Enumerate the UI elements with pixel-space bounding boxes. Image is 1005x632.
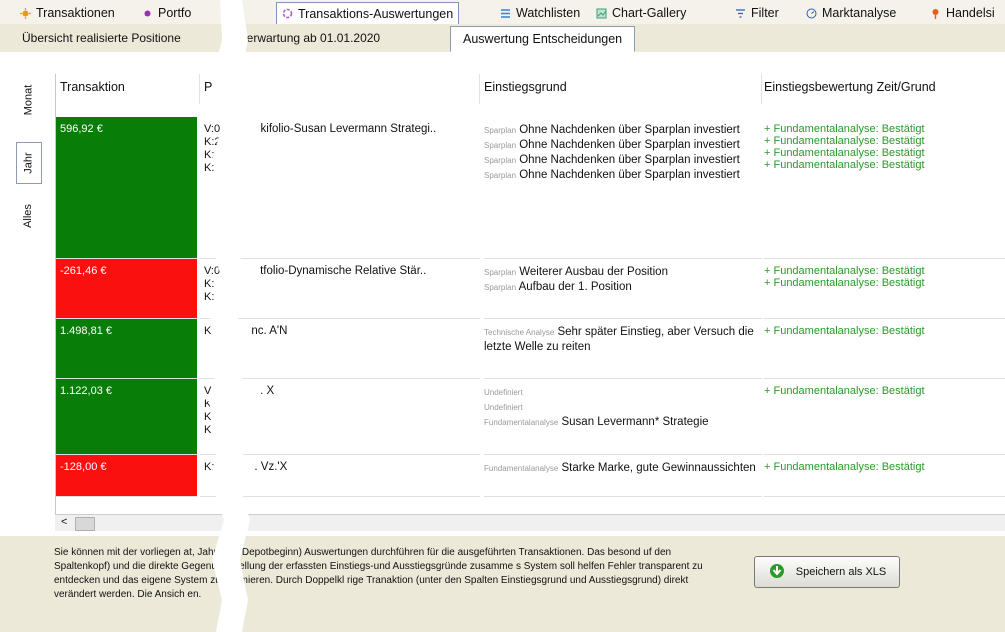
horizontal-scrollbar[interactable]: < bbox=[55, 514, 1005, 531]
subtab-erwartung[interactable]: nerwartung ab 01.01.2020 bbox=[240, 28, 380, 48]
scroll-thumb[interactable] bbox=[75, 517, 95, 531]
table-row-1-bewertung[interactable]: + Fundamentalanalyse: Bestätigt + Fundame… bbox=[764, 259, 1005, 319]
table-row-3-einstiegsgrund[interactable]: Undefiniert Undefiniert Fundamentalanaly… bbox=[484, 379, 762, 455]
table-row-2-portfolio[interactable]: K nc. A'N bbox=[200, 319, 480, 379]
table-row-2-einstiegsgrund[interactable]: Technische Analyse Sehr später Einstieg,… bbox=[484, 319, 762, 379]
side-tab-jahr[interactable]: Jahr bbox=[16, 142, 42, 184]
sub-tab-bar: Übersicht realisierte Positione nerwartu… bbox=[0, 24, 1005, 53]
table-row-1-value[interactable]: -261,46 € bbox=[56, 259, 197, 319]
table-row-3-bewertung[interactable]: + Fundamentalanalyse: Bestätigt bbox=[764, 379, 1005, 455]
table-row-4-bewertung[interactable]: + Fundamentalanalyse: Bestätigt bbox=[764, 455, 1005, 497]
footer-area: Sie können mit der vorliegen at, Jahr, S… bbox=[0, 536, 1005, 632]
chart-ring-icon bbox=[282, 8, 293, 19]
tab-transaktions-auswertungen[interactable]: Transaktions-Auswertungen bbox=[276, 2, 460, 24]
sun-icon bbox=[20, 7, 31, 19]
col-portfolio-header[interactable]: P bbox=[200, 74, 480, 104]
table-row-1-portfolio[interactable]: V:0 K: K: tfolio-Dynamische Relative Stär.… bbox=[200, 259, 480, 319]
period-side-tabs: Monat Jahr Alles bbox=[12, 76, 52, 526]
table-row-4-value[interactable]: -128,00 € bbox=[56, 455, 197, 497]
table-row-0-einstiegsgrund[interactable]: Sparplan Ohne Nachdenken über Sparplan i… bbox=[484, 117, 762, 259]
table-row-0-portfolio[interactable]: V:0 K:2 K: K: kifolio-Susan Levermann Strat… bbox=[200, 117, 480, 259]
subtab-auswertung-entscheidungen[interactable]: Auswertung Entscheidungen bbox=[450, 26, 636, 52]
col-transaktion-header[interactable]: Transaktion bbox=[60, 74, 200, 104]
tab-portfolio[interactable]: Portfo bbox=[142, 4, 191, 22]
side-tab-monat[interactable]: Monat bbox=[16, 76, 40, 124]
scroll-left-button[interactable]: < bbox=[61, 516, 67, 528]
table-row-0-bewertung[interactable]: + Fundamentalanalyse: Bestätigt + Fundame… bbox=[764, 117, 1005, 259]
table-row-3-portfolio[interactable]: V:2 K: K K . X bbox=[200, 379, 480, 455]
help-text: Sie können mit der vorliegen at, Jahr, S… bbox=[54, 547, 703, 600]
table-row-4-portfolio[interactable]: K: . Vz.'X bbox=[200, 455, 480, 497]
pin-icon bbox=[930, 8, 941, 19]
col-einstiegsgrund-header[interactable]: Einstiegsgrund bbox=[484, 74, 762, 104]
table-row-4-einstiegsgrund[interactable]: Fundamentalanalyse Starke Marke, gute Ge… bbox=[484, 455, 762, 497]
table-row-1-einstiegsgrund[interactable]: Sparplan Weiterer Ausbau der Position Sp… bbox=[484, 259, 762, 319]
tab-marktanalyse[interactable]: Marktanalyse bbox=[806, 4, 896, 22]
tab-chart-gallery[interactable]: Chart-Gallery bbox=[596, 4, 686, 22]
table-row-3-value[interactable]: 1.122,03 € bbox=[56, 379, 197, 455]
main-tab-bar: Transaktionen Portfo Transaktions-Auswer… bbox=[0, 0, 1005, 25]
side-tab-alles[interactable]: Alles bbox=[16, 196, 40, 236]
tab-transaktionen[interactable]: Transaktionen bbox=[20, 4, 115, 22]
decisions-grid: Transaktion P Einstiegsgrund Einstiegsbe… bbox=[55, 74, 1005, 514]
gauge-icon bbox=[806, 8, 817, 19]
table-row-0-value[interactable]: 596,92 € bbox=[56, 117, 197, 259]
subtab-uebersicht[interactable]: Übersicht realisierte Positione bbox=[22, 28, 181, 48]
filter-icon bbox=[735, 8, 746, 19]
dot-icon bbox=[142, 8, 153, 19]
tab-handelsi[interactable]: Handelsi bbox=[930, 4, 995, 22]
col-einstiegsbewertung-header[interactable]: Einstiegsbewertung Zeit/Grund bbox=[764, 74, 1005, 104]
chart-icon bbox=[596, 8, 607, 19]
save-xls-button[interactable]: Speichern als XLS bbox=[754, 556, 900, 588]
table-row-2-bewertung[interactable]: + Fundamentalanalyse: Bestätigt bbox=[764, 319, 1005, 379]
list-icon bbox=[500, 8, 511, 19]
tab-filter[interactable]: Filter bbox=[735, 4, 779, 22]
table-row-2-value[interactable]: 1.498,81 € bbox=[56, 319, 197, 379]
tab-watchlisten[interactable]: Watchlisten bbox=[500, 4, 580, 22]
save-xls-icon bbox=[768, 562, 788, 583]
